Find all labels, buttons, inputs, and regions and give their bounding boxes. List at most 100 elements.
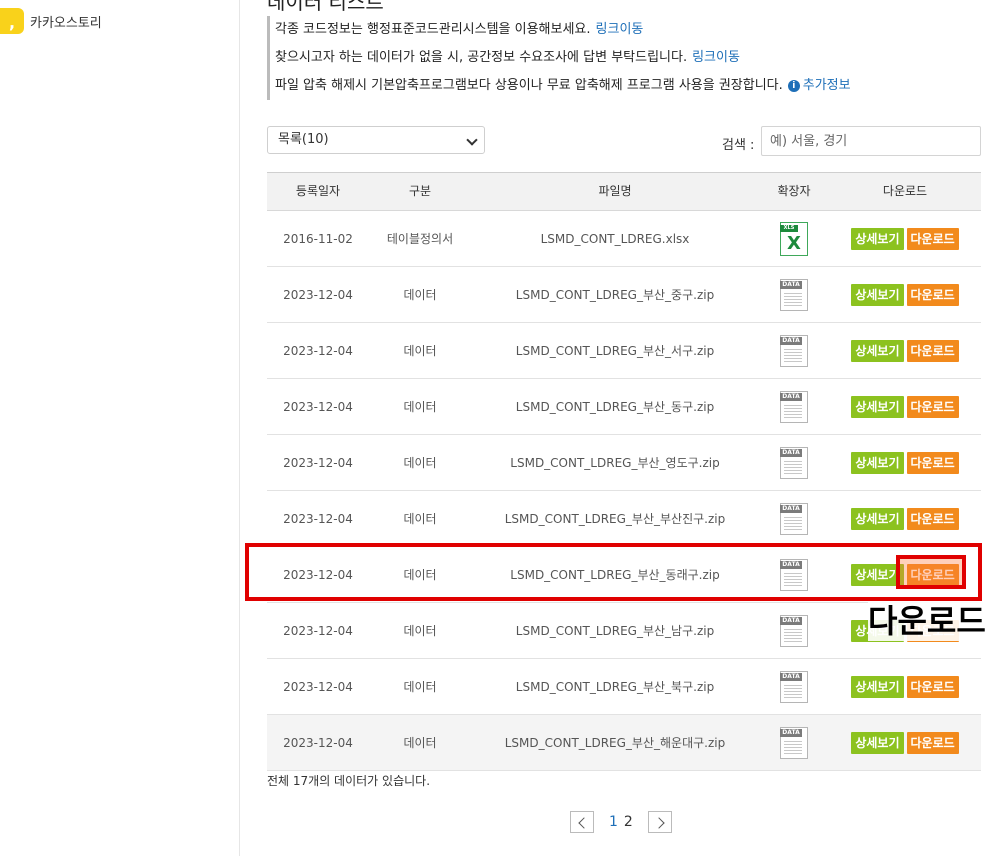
col-type-header: 구분 <box>408 184 432 198</box>
share-kakaostory[interactable]: , 카카오스토리 <box>0 8 102 34</box>
notice-text-2: 찾으시고자 하는 데이터가 없을 시, 공간정보 수요조사에 답변 부탁드립니다… <box>275 50 688 65</box>
highlight-download-annotation <box>896 555 966 589</box>
data-file-icon: DATA <box>778 614 810 648</box>
cell-type: 데이터 <box>403 736 437 750</box>
cell-date: 2023-12-04 <box>283 399 353 414</box>
col-ext-header: 확장자 <box>777 184 811 198</box>
cell-extension: DATA <box>759 390 829 424</box>
page-numbers: 1 2 <box>606 814 636 830</box>
cell-type: 데이터 <box>403 344 437 358</box>
cell-filename: LSMD_CONT_LDREG_부산_해운대구.zip <box>504 736 726 750</box>
cell-download: 상세보기다운로드 <box>829 339 981 362</box>
cell-filename: LSMD_CONT_LDREG_부산_북구.zip <box>515 680 715 694</box>
notice-link-3[interactable]: 추가정보 <box>803 78 851 93</box>
download-button[interactable]: 다운로드 <box>906 283 959 306</box>
table-row: 2023-12-04 데이터 LSMD_CONT_LDREG_부산_중구.zip DA… <box>267 267 981 323</box>
cell-filename: LSMD_CONT_LDREG_부산_영도구.zip <box>510 456 720 470</box>
chevron-left-icon <box>578 817 590 829</box>
page-2-link[interactable]: 2 <box>624 814 633 830</box>
info-icon: i <box>787 79 800 92</box>
detail-button[interactable]: 상세보기 <box>851 451 904 474</box>
cell-date: 2023-12-04 <box>283 679 353 694</box>
notice-box: 각종 코드정보는 행정표준코드관리시스템을 이용해보세요. 링크이동 찾으시고자 … <box>267 16 984 100</box>
table-row: 2023-12-04 데이터 LSMD_CONT_LDREG_부산_북구.zip DA… <box>267 659 981 715</box>
detail-button[interactable]: 상세보기 <box>851 227 904 250</box>
xls-file-icon: XLS X <box>778 221 810 256</box>
table-row: 2023-12-04 데이터 LSMD_CONT_LDREG_부산_영도구.zip D… <box>267 435 981 491</box>
cell-date: 2023-12-04 <box>283 287 353 302</box>
notice-link-1[interactable]: 링크이동 <box>596 22 644 37</box>
cell-date: 2023-12-04 <box>283 511 353 526</box>
cell-filename: LSMD_CONT_LDREG_부산_중구.zip <box>515 288 715 302</box>
list-size-select[interactable]: 목록(10) <box>267 126 485 154</box>
cell-type: 데이터 <box>403 456 437 470</box>
notice-text-1: 각종 코드정보는 행정표준코드관리시스템을 이용해보세요. <box>275 22 591 37</box>
search-input[interactable] <box>761 126 981 156</box>
download-button[interactable]: 다운로드 <box>906 227 959 250</box>
cell-type: 테이블정의서 <box>386 232 454 246</box>
cell-filename: LSMD_CONT_LDREG_부산_남구.zip <box>515 624 715 638</box>
detail-button[interactable]: 상세보기 <box>851 395 904 418</box>
col-date-header: 등록일자 <box>295 184 341 198</box>
cell-date: 2023-12-04 <box>283 735 353 750</box>
cell-extension: DATA <box>759 446 829 480</box>
detail-button[interactable]: 상세보기 <box>851 731 904 754</box>
download-button[interactable]: 다운로드 <box>906 507 959 530</box>
share-kakaostory-label: 카카오스토리 <box>30 15 102 31</box>
download-button[interactable]: 다운로드 <box>906 675 959 698</box>
download-button[interactable]: 다운로드 <box>906 451 959 474</box>
detail-button[interactable]: 상세보기 <box>851 675 904 698</box>
cell-type: 데이터 <box>403 288 437 302</box>
detail-button[interactable]: 상세보기 <box>851 507 904 530</box>
detail-button[interactable]: 상세보기 <box>851 339 904 362</box>
chevron-right-icon <box>653 817 665 829</box>
detail-button[interactable]: 상세보기 <box>851 283 904 306</box>
data-table: 등록일자 구분 파일명 확장자 다운로드 2016-11-02 테이블정의서 LSM… <box>267 172 981 771</box>
annotation-callout: 다운로드 <box>868 601 986 641</box>
cell-filename: LSMD_CONT_LDREG_부산_부산진구.zip <box>504 512 726 526</box>
notice-text-3: 파일 압축 해제시 기본압축프로그램보다 상용이나 무료 압축해제 프로그램 사… <box>275 78 783 93</box>
data-file-icon: DATA <box>778 334 810 368</box>
cell-date: 2016-11-02 <box>283 231 353 246</box>
total-count: 전체 17개의 데이터가 있습니다. <box>267 774 431 788</box>
download-button[interactable]: 다운로드 <box>906 731 959 754</box>
cell-download: 상세보기다운로드 <box>829 675 981 698</box>
cell-extension: DATA <box>759 670 829 704</box>
table-row: 2016-11-02 테이블정의서 LSMD_CONT_LDREG.xlsx XLS X… <box>267 211 981 267</box>
data-file-icon: DATA <box>778 502 810 536</box>
search-label: 검색 : <box>722 138 755 153</box>
cell-type: 데이터 <box>403 400 437 414</box>
notice-line-3: 파일 압축 해제시 기본압축프로그램보다 상용이나 무료 압축해제 프로그램 사… <box>270 72 984 100</box>
cell-download: 상세보기다운로드 <box>829 451 981 474</box>
list-controls: 목록(10) 검색 : <box>267 126 981 156</box>
pagination: 1 2 <box>570 810 672 834</box>
cell-filename: LSMD_CONT_LDREG_부산_서구.zip <box>515 344 715 358</box>
cell-extension: DATA <box>759 614 829 648</box>
cell-download: 상세보기다운로드 <box>829 283 981 306</box>
table-row: 2023-12-04 데이터 LSMD_CONT_LDREG_부산_해운대구.zip… <box>267 715 981 771</box>
list-size-value: 목록(10) <box>278 132 329 147</box>
table-row: 2023-12-04 데이터 LSMD_CONT_LDREG_부산_동구.zip DA… <box>267 379 981 435</box>
page-title: 데이터 리스트 <box>267 0 384 14</box>
cell-filename: LSMD_CONT_LDREG.xlsx <box>540 231 690 246</box>
col-download-header: 다운로드 <box>882 184 928 198</box>
cell-download: 상세보기다운로드 <box>829 507 981 530</box>
cell-extension: DATA <box>759 278 829 312</box>
cell-date: 2023-12-04 <box>283 623 353 638</box>
data-file-icon: DATA <box>778 670 810 704</box>
cell-extension: DATA <box>759 502 829 536</box>
chevron-down-icon <box>466 134 478 146</box>
page-1-link[interactable]: 1 <box>609 814 618 830</box>
download-button[interactable]: 다운로드 <box>906 395 959 418</box>
prev-page-button[interactable] <box>570 811 594 833</box>
cell-extension: DATA <box>759 334 829 368</box>
data-file-icon: DATA <box>778 726 810 760</box>
notice-line-1: 각종 코드정보는 행정표준코드관리시스템을 이용해보세요. 링크이동 <box>270 16 984 44</box>
download-button[interactable]: 다운로드 <box>906 339 959 362</box>
sidebar: , 카카오스토리 <box>0 0 240 856</box>
notice-link-2[interactable]: 링크이동 <box>692 50 740 65</box>
next-page-button[interactable] <box>647 811 672 833</box>
highlight-row-annotation <box>245 543 982 601</box>
cell-type: 데이터 <box>403 624 437 638</box>
kakaostory-icon: , <box>0 8 24 34</box>
